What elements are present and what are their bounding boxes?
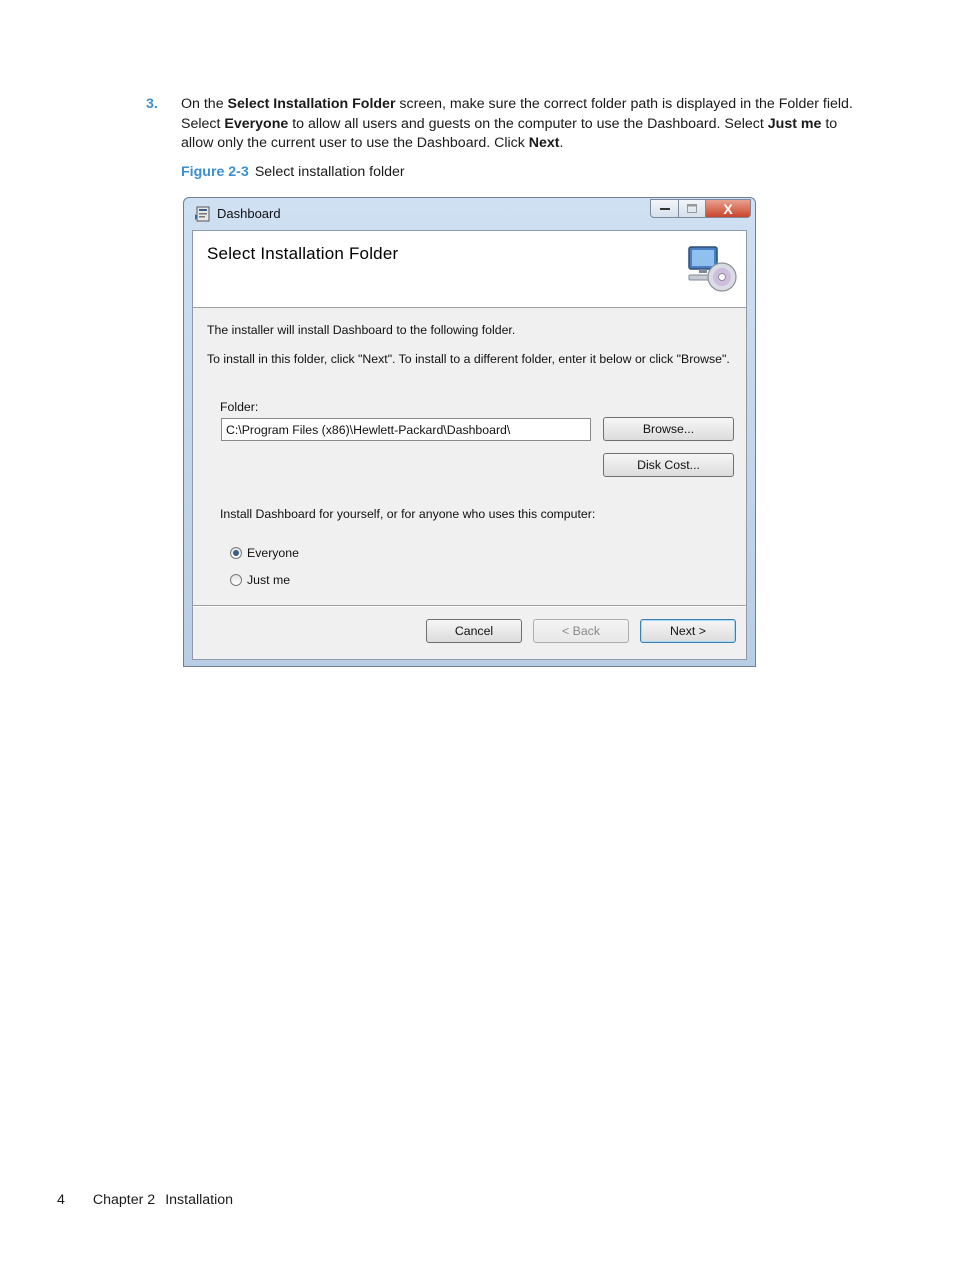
everyone-radio[interactable] (230, 547, 242, 559)
installer-icon (195, 206, 210, 222)
step-bold-just-me: Just me (767, 115, 822, 132)
close-icon: X (723, 200, 733, 217)
just-me-radio[interactable] (230, 574, 242, 586)
page-footer: 4 Chapter 2 Installation (57, 1192, 243, 1208)
footer-separator (193, 605, 746, 607)
dialog-client-area: Select Installation Folder The installer… (192, 230, 747, 660)
browse-button[interactable]: Browse... (603, 417, 734, 441)
step-text-part: . (559, 135, 564, 152)
everyone-option-label[interactable]: Everyone (247, 546, 299, 560)
step-text: On the Select Installation Folder screen… (181, 95, 861, 154)
window-title: Dashboard (217, 206, 281, 221)
just-me-option-label[interactable]: Just me (247, 573, 290, 587)
computer-disc-icon (688, 246, 737, 292)
window-controls: X (650, 199, 751, 219)
minimize-button[interactable] (650, 199, 679, 218)
figure-caption-text: Select installation folder (254, 164, 405, 180)
section-label: Installation (165, 1192, 234, 1208)
disk-cost-button[interactable]: Disk Cost... (603, 453, 734, 477)
folder-label: Folder: (220, 400, 259, 414)
instruction-step: 3. On the Select Installation Folder scr… (146, 95, 861, 154)
step-bold-everyone: Everyone (224, 115, 289, 132)
step-bold-screen-name: Select Installation Folder (227, 96, 396, 112)
title-bar[interactable]: Dashboard X (184, 198, 755, 230)
minimize-icon (659, 207, 670, 210)
page-number: 4 (57, 1192, 65, 1208)
step-number: 3. (146, 96, 158, 112)
dialog-banner: Select Installation Folder (193, 231, 746, 308)
intro-text: The installer will install Dashboard to … (207, 323, 516, 337)
figure-label: Figure 2-3 (181, 164, 249, 180)
step-bold-next: Next (528, 135, 560, 152)
audience-prompt: Install Dashboard for yourself, or for a… (220, 507, 596, 521)
maximize-icon (687, 204, 697, 213)
instruction-text: To install in this folder, click "Next".… (207, 352, 730, 366)
banner-title: Select Installation Folder (207, 244, 399, 263)
installer-window: Dashboard X Select Installation Folder T… (183, 197, 756, 667)
step-text-part: to allow all users and guests on the com… (288, 115, 768, 132)
folder-path-input[interactable] (221, 418, 591, 441)
figure-caption: Figure 2-3 Select installation folder (181, 164, 405, 180)
cancel-button[interactable]: Cancel (426, 619, 522, 643)
next-button[interactable]: Next > (640, 619, 736, 643)
close-button[interactable]: X (706, 199, 751, 218)
step-text-part: On the (181, 96, 228, 112)
back-button[interactable]: < Back (533, 619, 629, 643)
chapter-label: Chapter 2 (92, 1192, 156, 1208)
maximize-button[interactable] (679, 199, 706, 218)
